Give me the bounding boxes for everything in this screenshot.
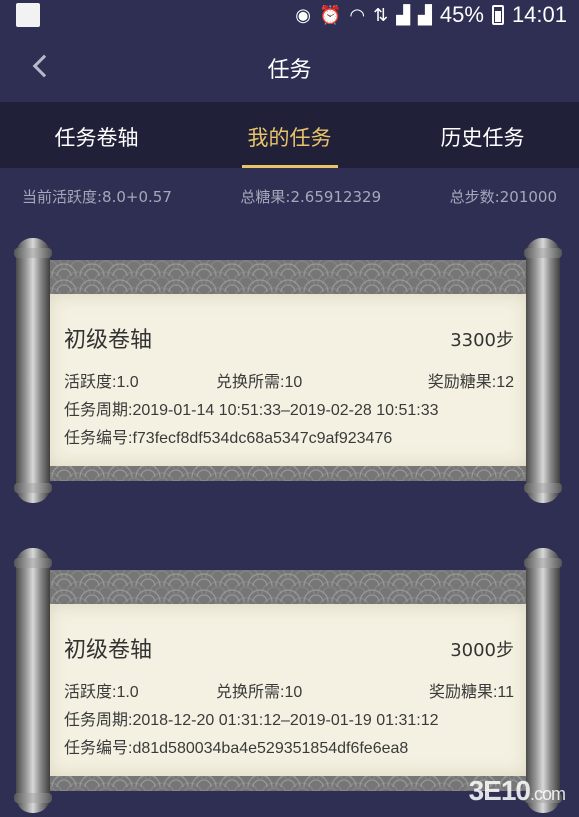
notification-icon (16, 3, 40, 27)
scroll-paper: 初级卷轴 3300步 活跃度:1.0 兑换所需:10 奖励糖果:12 任务周期:… (48, 294, 528, 466)
watermark-suffix: .com (529, 784, 566, 804)
card-title: 初级卷轴 (64, 328, 153, 353)
scroll-rod-left (14, 548, 52, 813)
card-id: 任务编号:f73fecf8df534dc68a5347c9af923476 (64, 430, 393, 447)
signal-icon: ▟ (396, 4, 411, 25)
card-metrics-row: 活跃度:1.0 兑换所需:10 奖励糖果:11 (64, 678, 514, 702)
card-reward: 奖励糖果:12 (427, 374, 514, 391)
card-period: 任务周期:2018-12-20 01:31:12–2019-01-19 01:3… (64, 712, 439, 729)
card-metrics-row: 活跃度:1.0 兑换所需:10 奖励糖果:12 (64, 368, 514, 392)
scroll-paper: 初级卷轴 3000步 活跃度:1.0 兑换所需:10 奖励糖果:11 任务周期:… (48, 604, 528, 776)
task-scroll-card[interactable]: 初级卷轴 3300步 活跃度:1.0 兑换所需:10 奖励糖果:12 任务周期:… (12, 238, 564, 503)
scroll-band-decoration (50, 260, 526, 296)
alarm-icon: ⏰ (318, 4, 342, 25)
wifi-icon: ◠ (349, 4, 366, 25)
activity-stat: 当前活跃度:8.0+0.57 (22, 187, 172, 206)
signal-icon: ▟ (418, 4, 432, 25)
scroll-rod-right (524, 238, 562, 503)
card-exchange: 兑换所需:10 (216, 374, 303, 391)
tab-label: 任务卷轴 (54, 126, 139, 150)
stats-bar: 当前活跃度:8.0+0.57 总糖果:2.65912329 总步数:201000 (0, 168, 579, 224)
card-id: 任务编号:d81d580034ba4e529351854df6fe6ea8 (64, 740, 409, 757)
card-period: 任务周期:2019-01-14 10:51:33–2019-02-28 10:5… (64, 402, 439, 419)
card-steps: 3000步 (450, 640, 514, 661)
candy-stat: 总糖果:2.65912329 (240, 187, 382, 206)
scroll-rod-left (14, 238, 52, 503)
status-bar: ◉ ⏰ ◠ ⇅ ▟ ▟ 45% 14:01 (0, 0, 579, 30)
tab-bar: 任务卷轴 我的任务 历史任务 (0, 102, 579, 168)
4g-icon: ⇅ (373, 4, 389, 25)
card-steps: 3300步 (450, 330, 514, 351)
battery-percent: 45% (439, 2, 484, 27)
page-title: 任务 (267, 58, 312, 83)
location-hd-icon: ◉ (295, 4, 311, 25)
card-title: 初级卷轴 (64, 638, 153, 663)
clock: 14:01 (511, 2, 567, 27)
battery-icon (491, 5, 504, 25)
header: 任务 (0, 30, 579, 102)
card-exchange: 兑换所需:10 (216, 684, 303, 701)
tab-label: 我的任务 (247, 126, 332, 150)
steps-stat: 总步数:201000 (449, 187, 557, 206)
card-activity: 活跃度:1.0 (64, 684, 139, 701)
status-icons: ◉ ⏰ ◠ ⇅ ▟ ▟ 45% 14:01 (295, 2, 567, 28)
card-activity: 活跃度:1.0 (64, 374, 139, 391)
card-reward: 奖励糖果:11 (428, 684, 514, 701)
scroll-rod-right (524, 548, 562, 813)
tab-history-tasks[interactable]: 历史任务 (386, 102, 579, 168)
tab-my-tasks[interactable]: 我的任务 (193, 102, 386, 168)
scroll-band-decoration (50, 570, 526, 606)
tab-label: 历史任务 (440, 126, 525, 150)
watermark-brand: 3E10 (468, 775, 531, 806)
task-scroll-card[interactable]: 初级卷轴 3000步 活跃度:1.0 兑换所需:10 奖励糖果:11 任务周期:… (12, 548, 564, 813)
site-watermark: 3E10.com (468, 775, 566, 807)
tab-task-scrolls[interactable]: 任务卷轴 (0, 102, 193, 168)
